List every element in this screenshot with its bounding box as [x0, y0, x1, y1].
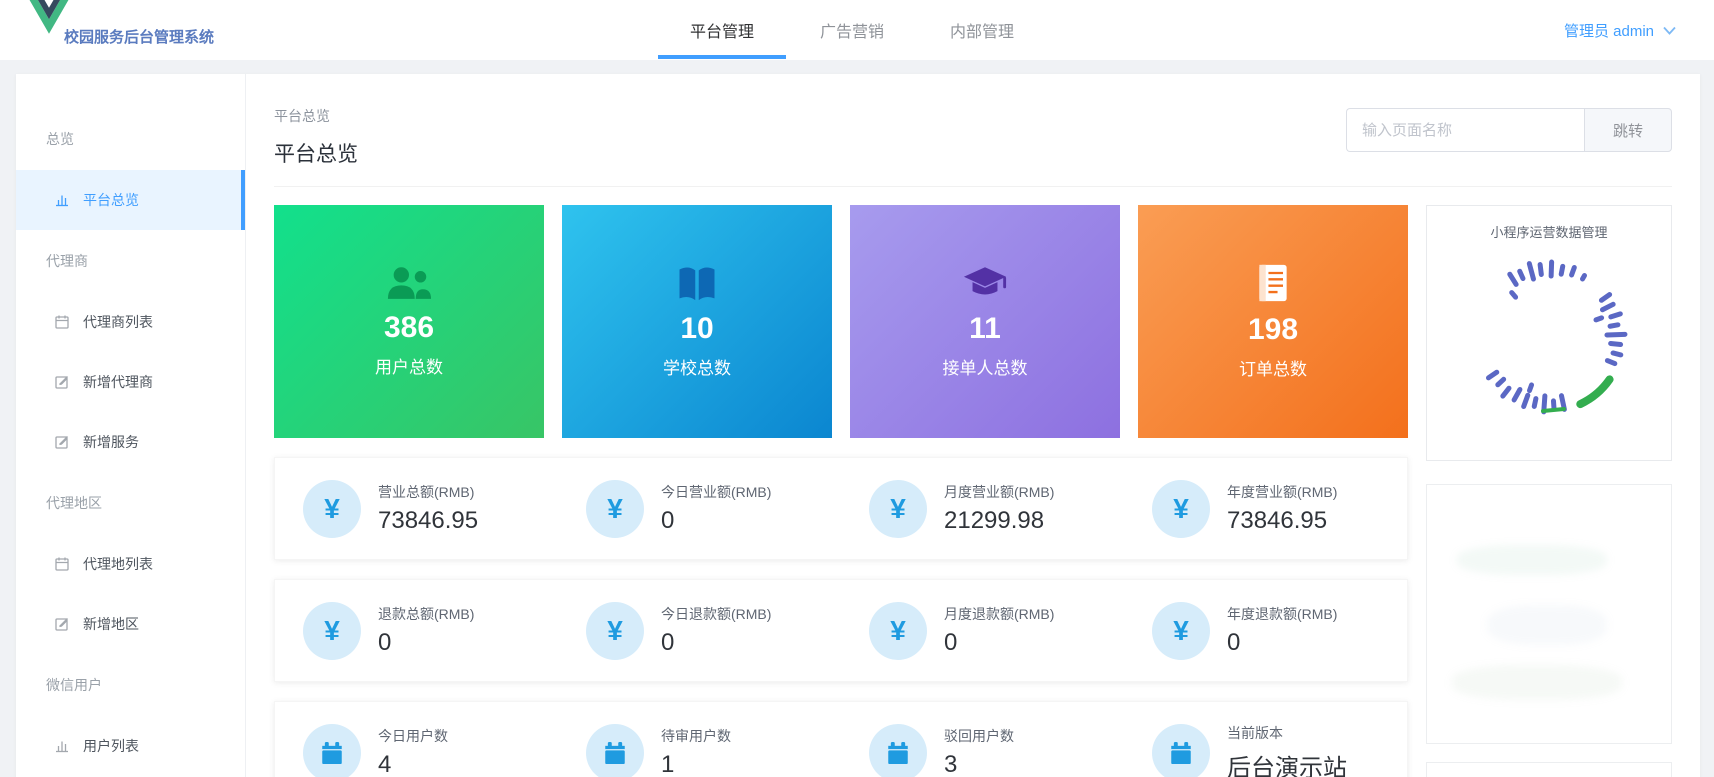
stat-cards: 386 用户总数 10 学校总数 11 接单人总数 198 订单总数 [274, 205, 1408, 438]
app-title: 校园服务后台管理系统 [64, 29, 215, 46]
yen-icon: ¥ [586, 479, 644, 538]
bar-chart-icon [56, 741, 68, 753]
book-icon [679, 267, 715, 300]
miniprogram-qr-code [1485, 259, 1628, 415]
calendar-icon [303, 723, 361, 777]
sidebar-group-agent-regions: 代理地区 [46, 495, 102, 511]
top-nav-tabs: 平台管理 广告营销 内部管理 [657, 0, 1047, 60]
edit-icon [55, 436, 68, 449]
main-content: 平台总览 平台总览 跳转 386 用户总数 [246, 74, 1700, 777]
faded-image-panel [1426, 484, 1672, 744]
metric-today-refund: ¥ 今日退款额(RMB) 0 [558, 601, 841, 660]
stat-value: 386 [383, 310, 435, 344]
tab-internal-management[interactable]: 内部管理 [917, 0, 1047, 60]
top-header: 校园服务后台管理系统 平台管理 广告营销 内部管理 管理员 admin [0, 0, 1714, 60]
user-metrics-row: 今日用户数 4 待审用户数 1 驳回用户数 3 当前版本 后台演示站 [274, 701, 1408, 777]
graduation-cap-icon [963, 266, 1007, 295]
list-icon [55, 557, 69, 571]
edit-icon [55, 618, 68, 631]
list-icon [55, 315, 69, 329]
sidebar: 总览 平台总览 代理商 代理商列表 新增代理商 新增服务 代理地区 代理地列表 … [16, 74, 246, 777]
sidebar-group-wechat-users: 微信用户 [46, 677, 102, 693]
sidebar-item-user-list[interactable]: 用户列表 [16, 716, 245, 776]
sidebar-group-agents: 代理商 [46, 253, 88, 269]
calendar-icon [869, 723, 927, 777]
stat-value: 10 [680, 311, 714, 345]
tab-platform-management[interactable]: 平台管理 [657, 0, 787, 60]
content-wrapper: 总览 平台总览 代理商 代理商列表 新增代理商 新增服务 代理地区 代理地列表 … [16, 74, 1700, 777]
qr-panel-title: 小程序运营数据管理 [1490, 225, 1608, 240]
metric-monthly-refund: ¥ 月度退款额(RMB) 0 [841, 601, 1124, 660]
page-header: 平台总览 平台总览 跳转 [274, 106, 1672, 187]
sidebar-item-add-region[interactable]: 新增地区 [16, 594, 245, 654]
metric-yearly-revenue: ¥ 年度营业额(RMB) 73846.95 [1124, 479, 1407, 538]
yen-icon: ¥ [303, 479, 361, 538]
metric-today-revenue: ¥ 今日营业额(RMB) 0 [558, 479, 841, 538]
stat-card-total-takers: 11 接单人总数 [850, 205, 1120, 438]
stat-card-total-users: 386 用户总数 [274, 205, 544, 438]
calendar-icon [1152, 723, 1210, 777]
document-icon [1259, 264, 1287, 302]
tab-ad-marketing[interactable]: 广告营销 [787, 0, 917, 60]
jump-button[interactable]: 跳转 [1584, 108, 1672, 152]
yen-icon: ¥ [303, 601, 361, 660]
search-input[interactable] [1346, 108, 1584, 152]
content-row: 386 用户总数 10 学校总数 11 接单人总数 198 订单总数 ¥ 营业总… [274, 205, 1672, 777]
stat-label: 学校总数 [663, 358, 731, 378]
yen-icon: ¥ [869, 601, 927, 660]
edit-icon [55, 376, 68, 389]
metric-monthly-revenue: ¥ 月度营业额(RMB) 21299.98 [841, 479, 1124, 538]
sidebar-item-agent-list[interactable]: 代理商列表 [16, 292, 245, 352]
yen-icon: ¥ [1152, 479, 1210, 538]
stat-value: 198 [1247, 313, 1299, 346]
revenue-metrics-row: ¥ 营业总额(RMB) 73846.95 ¥ 今日营业额(RMB) 0 ¥ 月度… [274, 457, 1408, 560]
calendar-icon [586, 723, 644, 777]
sidebar-item-platform-overview[interactable]: 平台总览 [16, 170, 245, 230]
bottom-stub-panel [1426, 762, 1672, 777]
yen-icon: ¥ [586, 601, 644, 660]
sidebar-item-add-agent[interactable]: 新增代理商 [16, 352, 245, 412]
stat-label: 订单总数 [1239, 360, 1307, 379]
stat-label: 用户总数 [375, 357, 443, 377]
metric-current-version: 当前版本 后台演示站 [1124, 723, 1407, 777]
page-search-group: 跳转 [1346, 108, 1672, 152]
stat-value: 11 [969, 311, 1001, 345]
sidebar-item-region-list[interactable]: 代理地列表 [16, 534, 245, 594]
yen-icon: ¥ [1152, 601, 1210, 660]
sidebar-group-overview: 总览 [46, 131, 74, 147]
stat-card-total-orders: 198 订单总数 [1138, 205, 1408, 438]
metric-rejected-users: 驳回用户数 3 [841, 723, 1124, 777]
users-icon [387, 266, 432, 299]
metric-total-revenue: ¥ 营业总额(RMB) 73846.95 [275, 479, 558, 538]
metric-yearly-refund: ¥ 年度退款额(RMB) 0 [1124, 601, 1407, 660]
right-column: 小程序运营数据管理 [1426, 205, 1672, 777]
refund-metrics-row: ¥ 退款总额(RMB) 0 ¥ 今日退款额(RMB) 0 ¥ 月度退款额(RMB… [274, 579, 1408, 682]
stat-label: 接单人总数 [942, 358, 1028, 378]
left-column: 386 用户总数 10 学校总数 11 接单人总数 198 订单总数 ¥ 营业总… [274, 205, 1408, 777]
sidebar-item-add-service[interactable]: 新增服务 [16, 412, 245, 472]
miniprogram-qr-panel: 小程序运营数据管理 [1426, 205, 1672, 461]
metric-today-users: 今日用户数 4 [275, 723, 558, 777]
stat-card-total-schools: 10 学校总数 [562, 205, 832, 438]
chevron-down-icon [1663, 26, 1676, 35]
user-dropdown[interactable]: 管理员 admin [1564, 0, 1676, 60]
metric-pending-users: 待审用户数 1 [558, 723, 841, 777]
bar-chart-icon [56, 195, 68, 207]
yen-icon: ¥ [869, 479, 927, 538]
user-label: 管理员 admin [1563, 22, 1654, 40]
metric-total-refund: ¥ 退款总额(RMB) 0 [275, 601, 558, 660]
